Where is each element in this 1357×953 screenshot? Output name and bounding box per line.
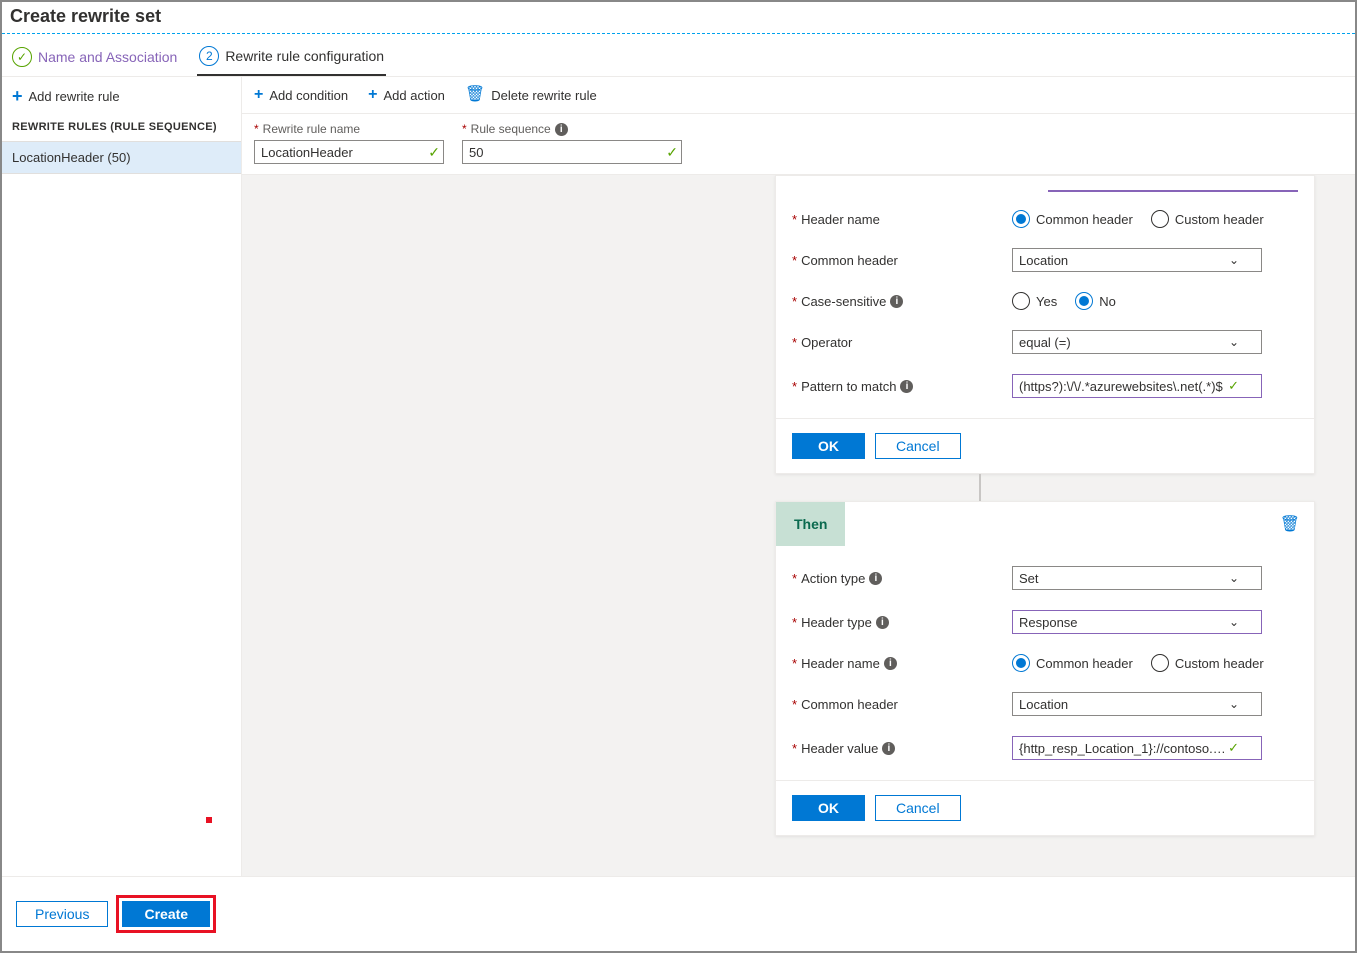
info-icon[interactable]: i <box>900 380 913 393</box>
wizard-step-1[interactable]: ✓ Name and Association <box>10 41 179 75</box>
header-name-label: Header name <box>801 212 880 227</box>
step2-number: 2 <box>199 46 219 66</box>
then-common-header-label: Common header <box>801 697 898 712</box>
rule-item-locationheader[interactable]: LocationHeader (50) <box>2 141 241 174</box>
info-icon[interactable]: i <box>869 572 882 585</box>
delete-action-button[interactable]: 🗑 <box>1280 514 1314 534</box>
header-value-label: Header value <box>801 741 878 756</box>
check-icon: ✓ <box>1228 740 1239 756</box>
condition-card: * Header name Common header Custom heade… <box>775 175 1315 474</box>
rule-name-label: Rewrite rule name <box>263 122 360 136</box>
page-title: Create rewrite set <box>2 2 1355 34</box>
case-sensitive-label: Case-sensitive <box>801 294 886 309</box>
action-type-label: Action type <box>801 571 865 586</box>
plus-icon: + <box>368 87 377 103</box>
chevron-down-icon: ⌄ <box>1229 697 1239 711</box>
previous-button[interactable]: Previous <box>16 901 108 927</box>
chevron-down-icon: ⌄ <box>1229 335 1239 349</box>
purple-outline <box>1048 190 1298 192</box>
check-icon: ✓ <box>428 144 440 161</box>
radio-icon <box>1151 210 1169 228</box>
radio-custom-header-then[interactable]: Custom header <box>1151 654 1264 672</box>
pattern-label: Pattern to match <box>801 379 896 394</box>
radio-icon <box>1151 654 1169 672</box>
delete-rule-button[interactable]: 🗑 Delete rewrite rule <box>465 87 597 103</box>
header-type-label: Header type <box>801 615 872 630</box>
header-value-input[interactable]: {http_resp_Location_1}://contoso.com{htt… <box>1012 736 1262 760</box>
plus-icon: + <box>12 87 23 105</box>
tool-label: Add condition <box>269 88 348 103</box>
check-icon: ✓ <box>666 144 678 161</box>
info-icon[interactable]: i <box>876 616 889 629</box>
rule-seq-label: Rule sequence <box>471 122 551 136</box>
info-icon[interactable]: i <box>884 657 897 670</box>
radio-yes[interactable]: Yes <box>1012 292 1057 310</box>
condition-cancel-button[interactable]: Cancel <box>875 433 961 459</box>
action-type-select[interactable]: Set⌄ <box>1012 566 1262 590</box>
add-condition-button[interactable]: + Add condition <box>254 87 348 103</box>
wizard-steps: ✓ Name and Association 2 Rewrite rule co… <box>2 34 1355 77</box>
radio-custom-header[interactable]: Custom header <box>1151 210 1264 228</box>
chevron-down-icon: ⌄ <box>1229 615 1239 629</box>
radio-icon <box>1075 292 1093 310</box>
add-rewrite-rule-button[interactable]: + Add rewrite rule <box>2 77 241 115</box>
marker <box>206 817 212 823</box>
check-icon: ✓ <box>1228 378 1239 394</box>
action-ok-button[interactable]: OK <box>792 795 865 821</box>
plus-icon: + <box>254 87 263 103</box>
wizard-footer: Previous Create <box>2 876 1355 951</box>
common-header-label: Common header <box>801 253 898 268</box>
step2-label: Rewrite rule configuration <box>225 48 384 64</box>
trash-icon: 🗑 <box>465 87 485 103</box>
info-icon[interactable]: i <box>555 123 568 136</box>
rule-sequence-input[interactable] <box>462 140 682 164</box>
create-highlight: Create <box>116 895 216 933</box>
check-icon: ✓ <box>12 47 32 67</box>
radio-no[interactable]: No <box>1075 292 1116 310</box>
info-icon[interactable]: i <box>890 295 903 308</box>
add-action-button[interactable]: + Add action <box>368 87 445 103</box>
connector-line <box>979 474 981 501</box>
header-type-select[interactable]: Response⌄ <box>1012 610 1262 634</box>
common-header-select[interactable]: Location⌄ <box>1012 248 1262 272</box>
tool-label: Delete rewrite rule <box>491 88 597 103</box>
info-icon[interactable]: i <box>882 742 895 755</box>
then-tab: Then <box>776 502 845 546</box>
operator-select[interactable]: equal (=)⌄ <box>1012 330 1262 354</box>
rules-sidebar: + Add rewrite rule REWRITE RULES (RULE S… <box>2 77 242 876</box>
then-common-header-select[interactable]: Location⌄ <box>1012 692 1262 716</box>
condition-ok-button[interactable]: OK <box>792 433 865 459</box>
wizard-step-2[interactable]: 2 Rewrite rule configuration <box>197 40 386 76</box>
radio-icon <box>1012 210 1030 228</box>
radio-common-header-then[interactable]: Common header <box>1012 654 1133 672</box>
rule-toolbar: + Add condition + Add action 🗑 Delete re… <box>242 77 1355 114</box>
rules-heading: REWRITE RULES (RULE SEQUENCE) <box>2 115 241 141</box>
rule-properties: *Rewrite rule name ✓ *Rule sequence i ✓ <box>242 114 1355 175</box>
radio-icon <box>1012 654 1030 672</box>
then-header-name-label: Header name <box>801 656 880 671</box>
create-button[interactable]: Create <box>122 901 210 927</box>
chevron-down-icon: ⌄ <box>1229 253 1239 267</box>
tool-label: Add action <box>383 88 444 103</box>
chevron-down-icon: ⌄ <box>1229 571 1239 585</box>
step1-label: Name and Association <box>38 49 177 65</box>
pattern-input[interactable]: (https?):\/\/.*azurewebsites\.net(.*)$✓ <box>1012 374 1262 398</box>
operator-label: Operator <box>801 335 852 350</box>
radio-common-header[interactable]: Common header <box>1012 210 1133 228</box>
action-card: Then 🗑 * Action type i Set⌄ * <box>775 501 1315 836</box>
rule-name-input[interactable] <box>254 140 444 164</box>
radio-icon <box>1012 292 1030 310</box>
add-rule-label: Add rewrite rule <box>29 89 120 104</box>
action-cancel-button[interactable]: Cancel <box>875 795 961 821</box>
